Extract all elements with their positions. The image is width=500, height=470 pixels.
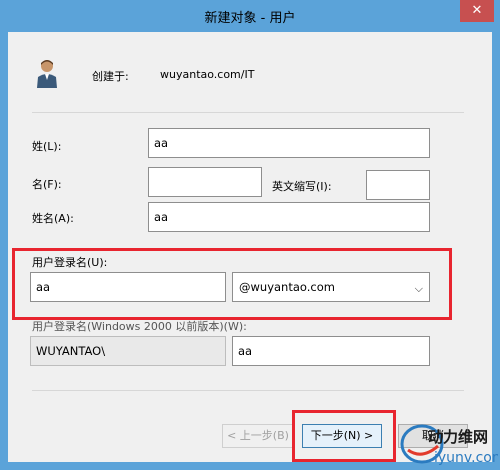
dialog-window: 新建对象 - 用户 ✕ 创建于: wuyantao.com/IT 姓(L): a… [0,0,500,470]
full-name-field[interactable]: aa [148,202,430,232]
dialog-body [8,32,492,462]
pre2000-logon-label: 用户登录名(Windows 2000 以前版本)(W): [32,320,247,333]
watermark-title: 动力维网 [428,428,488,446]
user-icon [37,60,57,88]
pre2000-domain-field: WUYANTAO\ [30,336,226,366]
back-button[interactable]: < 上一步(B) [222,424,294,448]
first-name-field[interactable] [148,167,262,197]
footer-divider [32,390,464,391]
last-name-field[interactable]: aa [148,128,430,158]
created-in-value: wuyantao.com/IT [160,68,255,81]
watermark-url: iyunv.com [434,450,498,466]
initials-field[interactable] [366,170,430,200]
header-divider [32,112,464,113]
window-title: 新建对象 - 用户 [204,11,296,26]
logon-highlight-box [12,248,452,320]
full-name-label: 姓名(A): [32,212,74,225]
next-highlight-box [292,410,396,462]
close-button[interactable]: ✕ [460,0,494,22]
last-name-label: 姓(L): [32,140,62,153]
first-name-label: 名(F): [32,178,62,191]
iyunv-watermark-logo: 动力维网 iyunv.com [400,424,498,466]
created-in-label: 创建于: [92,70,129,83]
pre2000-name-field[interactable]: aa [232,336,430,366]
title-bar[interactable]: 新建对象 - 用户 ✕ [0,0,500,32]
initials-label: 英文缩写(I): [272,180,332,193]
